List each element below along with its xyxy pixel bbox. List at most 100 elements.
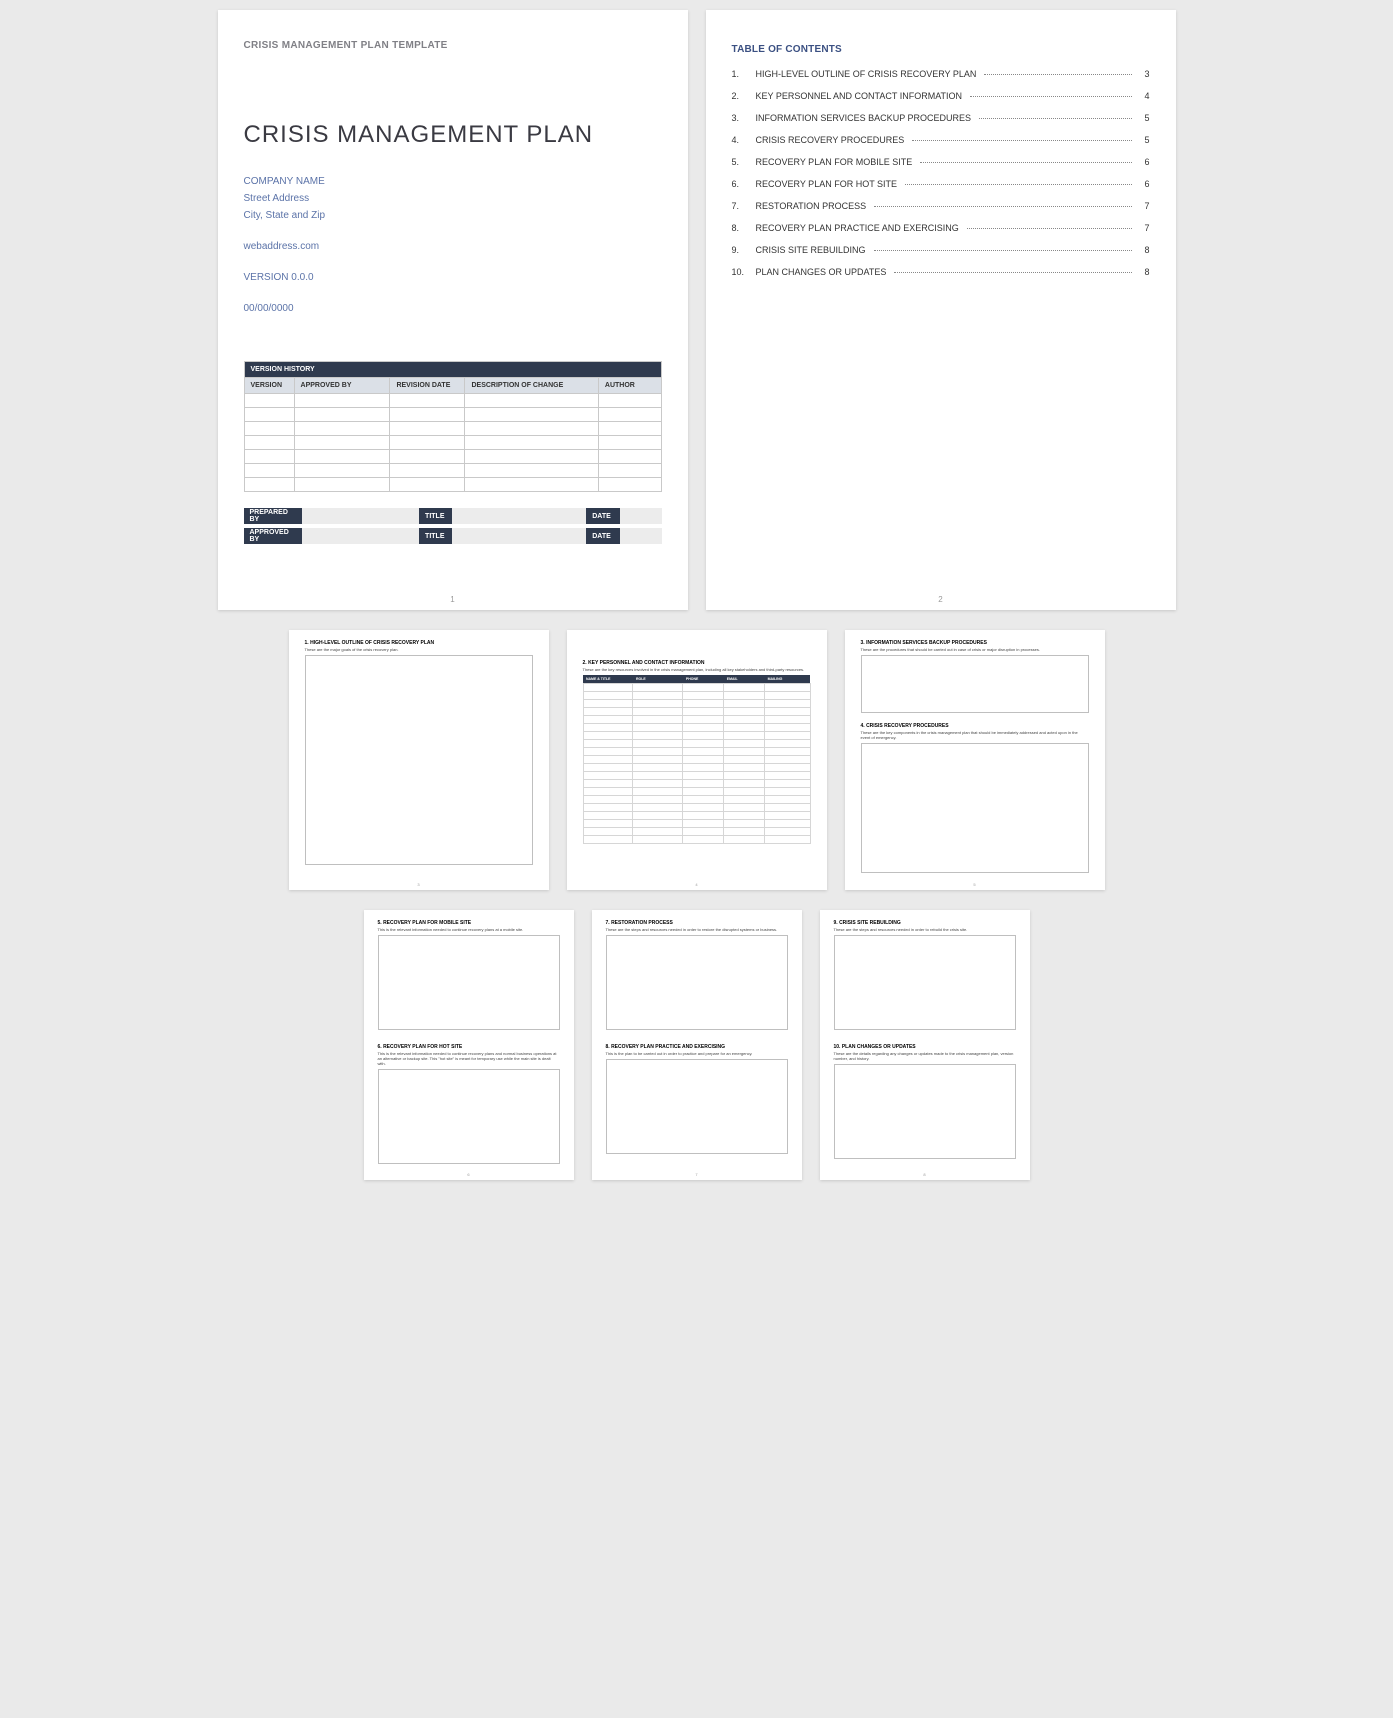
title-field[interactable] xyxy=(452,508,586,524)
table-row xyxy=(583,828,810,836)
toc-dots xyxy=(970,96,1131,97)
section-title: INFORMATION SERVICES BACKUP PROCEDURES xyxy=(866,640,987,646)
page-3: 1. HIGH-LEVEL OUTLINE OF CRISIS RECOVERY… xyxy=(289,630,549,890)
toc-page: 6 xyxy=(1140,179,1150,189)
toc-num: 6. xyxy=(732,179,748,189)
version-history-table: VERSION HISTORY VERSION APPROVED BY REVI… xyxy=(244,361,662,492)
section-title: RESTORATION PROCESS xyxy=(611,920,673,926)
table-row xyxy=(583,836,810,844)
table-row xyxy=(583,756,810,764)
col-phone: PHONE xyxy=(683,675,724,684)
version-history-banner: VERSION HISTORY xyxy=(244,362,661,378)
vhist-col-desc: DESCRIPTION OF CHANGE xyxy=(465,378,598,394)
section-title: PLAN CHANGES OR UPDATES xyxy=(842,1044,916,1050)
section-num: 5. xyxy=(378,920,382,926)
toc-row: 8.RECOVERY PLAN PRACTICE AND EXERCISING7 xyxy=(732,223,1150,233)
page-7: 7. RESTORATION PROCESS These are the ste… xyxy=(592,910,802,1180)
toc-num: 1. xyxy=(732,69,748,79)
version: VERSION 0.0.0 xyxy=(244,269,662,286)
toc-row: 3.INFORMATION SERVICES BACKUP PROCEDURES… xyxy=(732,113,1150,123)
toc-title: TABLE OF CONTENTS xyxy=(732,44,1150,55)
section-title: CRISIS RECOVERY PROCEDURES xyxy=(866,723,949,729)
toc-num: 7. xyxy=(732,201,748,211)
company-name: COMPANY NAME xyxy=(244,173,662,190)
toc-page: 5 xyxy=(1140,113,1150,123)
section-num: 3. xyxy=(861,640,865,646)
section-num: 8. xyxy=(606,1044,610,1050)
content-box xyxy=(606,1059,788,1154)
toc-item: CRISIS RECOVERY PROCEDURES xyxy=(756,135,905,145)
toc-item: RECOVERY PLAN FOR HOT SITE xyxy=(756,179,898,189)
toc-row: 1.HIGH-LEVEL OUTLINE OF CRISIS RECOVERY … xyxy=(732,69,1150,79)
table-row xyxy=(583,700,810,708)
toc-row: 10.PLAN CHANGES OR UPDATES8 xyxy=(732,267,1150,277)
toc-row: 4.CRISIS RECOVERY PROCEDURES5 xyxy=(732,135,1150,145)
toc-dots xyxy=(894,272,1131,273)
table-row xyxy=(583,820,810,828)
col-email: EMAIL xyxy=(724,675,765,684)
table-row xyxy=(244,464,661,478)
table-row xyxy=(244,408,661,422)
toc-item: PLAN CHANGES OR UPDATES xyxy=(756,267,887,277)
page-8: 9. CRISIS SITE REBUILDING These are the … xyxy=(820,910,1030,1180)
table-row xyxy=(244,450,661,464)
content-box xyxy=(834,1064,1016,1159)
content-box xyxy=(378,1069,560,1164)
doc-date: 00/00/0000 xyxy=(244,300,662,317)
content-box xyxy=(305,655,533,865)
page-4: 2. KEY PERSONNEL AND CONTACT INFORMATION… xyxy=(567,630,827,890)
toc-item: RESTORATION PROCESS xyxy=(756,201,867,211)
section-num: 7. xyxy=(606,920,610,926)
approved-by-field[interactable] xyxy=(302,528,419,544)
col-mailing: MAILING xyxy=(765,675,810,684)
toc-page: 7 xyxy=(1140,223,1150,233)
section-desc: These are the details regarding any chan… xyxy=(834,1051,1016,1061)
date-label-2: DATE xyxy=(586,528,619,544)
vhist-col-approved: APPROVED BY xyxy=(294,378,390,394)
table-row xyxy=(583,692,810,700)
toc-num: 4. xyxy=(732,135,748,145)
page-1: CRISIS MANAGEMENT PLAN TEMPLATE CRISIS M… xyxy=(218,10,688,610)
table-row xyxy=(583,732,810,740)
content-box xyxy=(861,655,1089,713)
table-row xyxy=(583,780,810,788)
page-number: 7 xyxy=(592,1172,802,1177)
toc-item: RECOVERY PLAN FOR MOBILE SITE xyxy=(756,157,913,167)
date-field[interactable] xyxy=(620,508,662,524)
section-num: 10. xyxy=(834,1044,841,1050)
toc-item: INFORMATION SERVICES BACKUP PROCEDURES xyxy=(756,113,972,123)
page-number: 6 xyxy=(364,1172,574,1177)
section-desc: These are the major goals of the crisis … xyxy=(305,647,533,652)
doc-header: CRISIS MANAGEMENT PLAN TEMPLATE xyxy=(244,40,662,51)
signature-table: PREPARED BY TITLE DATE APPROVED BY TITLE… xyxy=(244,508,662,544)
table-row xyxy=(583,764,810,772)
page-number: 3 xyxy=(289,882,549,887)
prepared-by-label: PREPARED BY xyxy=(244,508,303,524)
vhist-col-version: VERSION xyxy=(244,378,294,394)
section-num: 9. xyxy=(834,920,838,926)
city-state-zip: City, State and Zip xyxy=(244,207,662,224)
toc-row: 2.KEY PERSONNEL AND CONTACT INFORMATION4 xyxy=(732,91,1150,101)
table-row xyxy=(583,804,810,812)
toc-page: 6 xyxy=(1140,157,1150,167)
toc-dots xyxy=(905,184,1131,185)
page-5: 3. INFORMATION SERVICES BACKUP PROCEDURE… xyxy=(845,630,1105,890)
section-title: RECOVERY PLAN PRACTICE AND EXERCISING xyxy=(611,1044,725,1050)
toc-dots xyxy=(874,206,1131,207)
toc-dots xyxy=(874,250,1132,251)
toc-dots xyxy=(984,74,1131,75)
section-num: 1. xyxy=(305,640,309,646)
table-row xyxy=(583,748,810,756)
table-row xyxy=(244,422,661,436)
table-row xyxy=(244,394,661,408)
section-num: 4. xyxy=(861,723,865,729)
toc-num: 9. xyxy=(732,245,748,255)
toc-dots xyxy=(979,118,1131,119)
toc-item: KEY PERSONNEL AND CONTACT INFORMATION xyxy=(756,91,963,101)
title-field-2[interactable] xyxy=(452,528,586,544)
personnel-table: NAME & TITLE ROLE PHONE EMAIL MAILING xyxy=(583,675,811,844)
toc-item: CRISIS SITE REBUILDING xyxy=(756,245,866,255)
toc-page: 7 xyxy=(1140,201,1150,211)
prepared-by-field[interactable] xyxy=(302,508,419,524)
date-field-2[interactable] xyxy=(620,528,662,544)
